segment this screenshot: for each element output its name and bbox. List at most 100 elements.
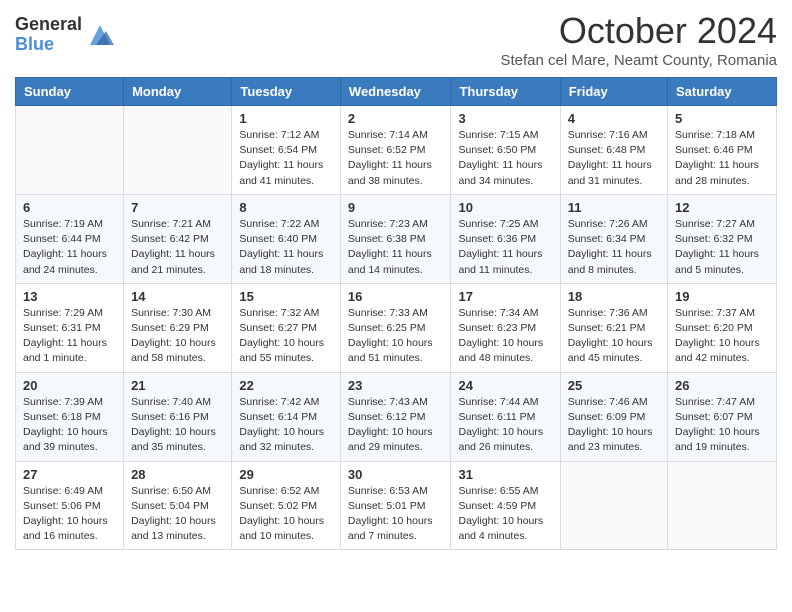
- calendar-cell: 21 Sunrise: 7:40 AM Sunset: 6:16 PM Dayli…: [124, 372, 232, 461]
- day-info: Sunrise: 7:18 AM Sunset: 6:46 PM Dayligh…: [675, 128, 769, 189]
- calendar-col-header: Monday: [124, 78, 232, 106]
- day-info: Sunrise: 6:55 AM Sunset: 4:59 PM Dayligh…: [458, 484, 552, 545]
- calendar-cell: 11 Sunrise: 7:26 AM Sunset: 6:34 PM Dayli…: [560, 194, 667, 283]
- day-info: Sunrise: 7:43 AM Sunset: 6:12 PM Dayligh…: [348, 395, 444, 456]
- day-info: Sunrise: 6:53 AM Sunset: 5:01 PM Dayligh…: [348, 484, 444, 545]
- day-number: 4: [568, 111, 660, 126]
- day-number: 19: [675, 289, 769, 304]
- calendar-cell: 8Sunrise: 7:22 AM Sunset: 6:40 PM Daylig…: [232, 194, 341, 283]
- day-info: Sunrise: 7:34 AM Sunset: 6:23 PM Dayligh…: [458, 306, 552, 367]
- day-number: 16: [348, 289, 444, 304]
- calendar-col-header: Wednesday: [340, 78, 451, 106]
- page: General Blue October 2024 Stefan cel Mar…: [0, 0, 792, 565]
- day-number: 18: [568, 289, 660, 304]
- calendar-week-row: 13Sunrise: 7:29 AM Sunset: 6:31 PM Dayli…: [16, 283, 777, 372]
- day-number: 23: [348, 378, 444, 393]
- day-number: 24: [458, 378, 552, 393]
- calendar-cell: 15 Sunrise: 7:32 AM Sunset: 6:27 PM Dayli…: [232, 283, 341, 372]
- calendar-cell: 25 Sunrise: 7:46 AM Sunset: 6:09 PM Dayli…: [560, 372, 667, 461]
- calendar-header-row: SundayMondayTuesdayWednesdayThursdayFrid…: [16, 78, 777, 106]
- calendar-week-row: 1Sunrise: 7:12 AM Sunset: 6:54 PM Daylig…: [16, 106, 777, 195]
- calendar-table: SundayMondayTuesdayWednesdayThursdayFrid…: [15, 77, 777, 550]
- day-info: Sunrise: 7:36 AM Sunset: 6:21 PM Dayligh…: [568, 306, 660, 367]
- calendar-cell: 7 Sunrise: 7:21 AM Sunset: 6:42 PM Daylig…: [124, 194, 232, 283]
- calendar-cell: 23 Sunrise: 7:43 AM Sunset: 6:12 PM Dayli…: [340, 372, 451, 461]
- logo-text: General Blue: [15, 15, 82, 55]
- calendar-col-header: Tuesday: [232, 78, 341, 106]
- calendar-week-row: 20 Sunrise: 7:39 AM Sunset: 6:18 PM Dayli…: [16, 372, 777, 461]
- calendar-cell: 9Sunrise: 7:23 AM Sunset: 6:38 PM Daylig…: [340, 194, 451, 283]
- day-number: 25: [568, 378, 660, 393]
- day-info: Sunrise: 7:29 AM Sunset: 6:31 PM Dayligh…: [23, 306, 116, 367]
- day-info: Sunrise: 7:46 AM Sunset: 6:09 PM Dayligh…: [568, 395, 660, 456]
- day-info: Sunrise: 7:39 AM Sunset: 6:18 PM Dayligh…: [23, 395, 116, 456]
- calendar-cell: 31 Sunrise: 6:55 AM Sunset: 4:59 PM Dayli…: [451, 461, 560, 550]
- calendar-cell: 16 Sunrise: 7:33 AM Sunset: 6:25 PM Dayli…: [340, 283, 451, 372]
- day-info: Sunrise: 7:26 AM Sunset: 6:34 PM Dayligh…: [568, 217, 660, 278]
- month-title: October 2024: [500, 10, 777, 52]
- day-number: 22: [239, 378, 333, 393]
- calendar-cell: 28Sunrise: 6:50 AM Sunset: 5:04 PM Dayli…: [124, 461, 232, 550]
- calendar-cell: [124, 106, 232, 195]
- day-number: 1: [239, 111, 333, 126]
- day-info: Sunrise: 7:40 AM Sunset: 6:16 PM Dayligh…: [131, 395, 224, 456]
- logo: General Blue: [15, 15, 114, 55]
- day-number: 20: [23, 378, 116, 393]
- calendar-cell: 18 Sunrise: 7:36 AM Sunset: 6:21 PM Dayli…: [560, 283, 667, 372]
- calendar-col-header: Friday: [560, 78, 667, 106]
- calendar-col-header: Thursday: [451, 78, 560, 106]
- day-number: 26: [675, 378, 769, 393]
- day-number: 21: [131, 378, 224, 393]
- day-info: Sunrise: 7:16 AM Sunset: 6:48 PM Dayligh…: [568, 128, 660, 189]
- calendar-cell: 5 Sunrise: 7:18 AM Sunset: 6:46 PM Daylig…: [668, 106, 777, 195]
- day-info: Sunrise: 7:33 AM Sunset: 6:25 PM Dayligh…: [348, 306, 444, 367]
- calendar-cell: [668, 461, 777, 550]
- calendar-cell: 17 Sunrise: 7:34 AM Sunset: 6:23 PM Dayli…: [451, 283, 560, 372]
- day-number: 30: [348, 467, 444, 482]
- day-info: Sunrise: 6:50 AM Sunset: 5:04 PM Dayligh…: [131, 484, 224, 545]
- day-number: 10: [458, 200, 552, 215]
- day-info: Sunrise: 7:32 AM Sunset: 6:27 PM Dayligh…: [239, 306, 333, 367]
- calendar-cell: 29 Sunrise: 6:52 AM Sunset: 5:02 PM Dayli…: [232, 461, 341, 550]
- calendar-cell: 26Sunrise: 7:47 AM Sunset: 6:07 PM Dayli…: [668, 372, 777, 461]
- calendar-col-header: Saturday: [668, 78, 777, 106]
- day-number: 5: [675, 111, 769, 126]
- day-info: Sunrise: 7:44 AM Sunset: 6:11 PM Dayligh…: [458, 395, 552, 456]
- calendar-cell: 2Sunrise: 7:14 AM Sunset: 6:52 PM Daylig…: [340, 106, 451, 195]
- calendar-cell: 1Sunrise: 7:12 AM Sunset: 6:54 PM Daylig…: [232, 106, 341, 195]
- day-info: Sunrise: 6:49 AM Sunset: 5:06 PM Dayligh…: [23, 484, 116, 545]
- day-number: 11: [568, 200, 660, 215]
- calendar-cell: [16, 106, 124, 195]
- calendar-cell: 24 Sunrise: 7:44 AM Sunset: 6:11 PM Dayli…: [451, 372, 560, 461]
- subtitle: Stefan cel Mare, Neamt County, Romania: [500, 52, 777, 69]
- day-info: Sunrise: 7:27 AM Sunset: 6:32 PM Dayligh…: [675, 217, 769, 278]
- day-number: 17: [458, 289, 552, 304]
- day-number: 7: [131, 200, 224, 215]
- calendar-week-row: 27Sunrise: 6:49 AM Sunset: 5:06 PM Dayli…: [16, 461, 777, 550]
- calendar-cell: 6Sunrise: 7:19 AM Sunset: 6:44 PM Daylig…: [16, 194, 124, 283]
- day-number: 9: [348, 200, 444, 215]
- day-number: 14: [131, 289, 224, 304]
- logo-icon: [86, 21, 114, 49]
- calendar-cell: [560, 461, 667, 550]
- day-number: 15: [239, 289, 333, 304]
- calendar-cell: 13Sunrise: 7:29 AM Sunset: 6:31 PM Dayli…: [16, 283, 124, 372]
- calendar-cell: 27Sunrise: 6:49 AM Sunset: 5:06 PM Dayli…: [16, 461, 124, 550]
- day-number: 29: [239, 467, 333, 482]
- calendar-cell: 14 Sunrise: 7:30 AM Sunset: 6:29 PM Dayli…: [124, 283, 232, 372]
- day-number: 12: [675, 200, 769, 215]
- calendar-col-header: Sunday: [16, 78, 124, 106]
- logo-blue: Blue: [15, 35, 82, 55]
- calendar-cell: 4 Sunrise: 7:16 AM Sunset: 6:48 PM Daylig…: [560, 106, 667, 195]
- calendar-cell: 19Sunrise: 7:37 AM Sunset: 6:20 PM Dayli…: [668, 283, 777, 372]
- day-info: Sunrise: 7:22 AM Sunset: 6:40 PM Dayligh…: [239, 217, 333, 278]
- day-info: Sunrise: 7:21 AM Sunset: 6:42 PM Dayligh…: [131, 217, 224, 278]
- day-number: 2: [348, 111, 444, 126]
- day-info: Sunrise: 6:52 AM Sunset: 5:02 PM Dayligh…: [239, 484, 333, 545]
- calendar-cell: 10 Sunrise: 7:25 AM Sunset: 6:36 PM Dayli…: [451, 194, 560, 283]
- day-info: Sunrise: 7:19 AM Sunset: 6:44 PM Dayligh…: [23, 217, 116, 278]
- day-info: Sunrise: 7:30 AM Sunset: 6:29 PM Dayligh…: [131, 306, 224, 367]
- day-number: 31: [458, 467, 552, 482]
- day-info: Sunrise: 7:25 AM Sunset: 6:36 PM Dayligh…: [458, 217, 552, 278]
- calendar-cell: 20 Sunrise: 7:39 AM Sunset: 6:18 PM Dayli…: [16, 372, 124, 461]
